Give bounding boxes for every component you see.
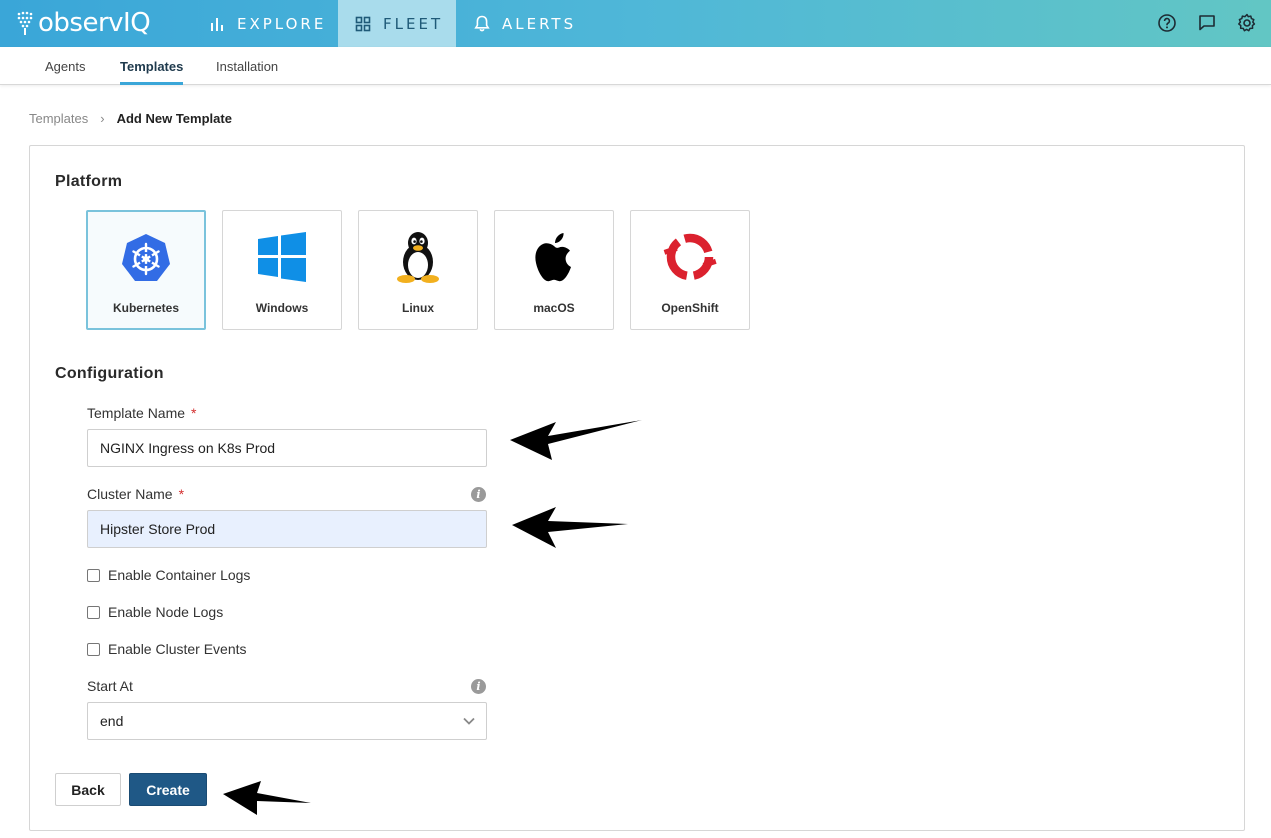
gear-icon[interactable]	[1236, 12, 1258, 34]
openshift-icon	[663, 233, 717, 281]
platform-option-linux[interactable]: Linux	[358, 210, 478, 330]
enable-cluster-events-row[interactable]: Enable Cluster Events	[87, 641, 247, 657]
platform-label-openshift: OpenShift	[661, 301, 719, 315]
back-button[interactable]: Back	[55, 773, 121, 806]
platform-label-kubernetes: Kubernetes	[112, 301, 180, 315]
help-icon[interactable]	[1156, 12, 1178, 34]
platform-option-openshift[interactable]: OpenShift	[630, 210, 750, 330]
enable-node-logs-row[interactable]: Enable Node Logs	[87, 604, 223, 620]
nav-alerts[interactable]: ALERTS	[474, 0, 584, 47]
nav-alerts-label: ALERTS	[502, 14, 577, 33]
nav-fleet[interactable]: FLEET	[338, 0, 456, 47]
tab-installation[interactable]: Installation	[216, 47, 278, 85]
cluster-name-input[interactable]	[87, 510, 487, 548]
platform-option-kubernetes[interactable]: Kubernetes	[86, 210, 206, 330]
enable-container-logs-row[interactable]: Enable Container Logs	[87, 567, 250, 583]
breadcrumb-separator: ›	[100, 111, 105, 126]
apple-icon	[535, 233, 571, 282]
platform-section-title: Platform	[55, 173, 123, 190]
enable-cluster-events-label: Enable Cluster Events	[108, 641, 247, 657]
enable-container-logs-checkbox[interactable]	[87, 568, 100, 582]
tab-templates[interactable]: Templates	[120, 47, 184, 85]
annotation-arrow-icon	[223, 781, 311, 815]
info-icon[interactable]: i	[471, 487, 486, 502]
platform-option-windows[interactable]: Windows	[222, 210, 342, 330]
required-asterisk: *	[178, 486, 185, 502]
breadcrumb-current: Add New Template	[116, 111, 232, 126]
enable-node-logs-label: Enable Node Logs	[108, 604, 224, 620]
top-nav-bar: observIQ EXPLORE FLEET ALERTS	[0, 0, 1271, 47]
logo-text: observIQ	[38, 8, 151, 38]
template-name-input[interactable]	[87, 429, 487, 467]
observiq-logo[interactable]: observIQ	[16, 8, 151, 38]
cluster-name-label-text: Cluster Name	[87, 486, 173, 502]
annotation-arrow-icon	[510, 420, 642, 460]
nav-fleet-label: FLEET	[383, 14, 444, 33]
bell-icon	[474, 15, 490, 32]
chat-icon[interactable]	[1196, 12, 1218, 34]
platform-label-windows: Windows	[255, 301, 309, 315]
bar-chart-icon	[211, 17, 223, 31]
start-at-select[interactable]: end	[87, 702, 487, 740]
start-at-label: Start At	[87, 678, 133, 694]
configuration-section-title: Configuration	[55, 365, 164, 382]
kubernetes-icon	[122, 234, 170, 281]
template-form-card: Platform Kubernetes Windows Linux macOS …	[29, 145, 1245, 831]
windows-icon	[258, 232, 306, 282]
tab-agents[interactable]: Agents	[45, 47, 85, 85]
enable-cluster-events-checkbox[interactable]	[87, 642, 100, 656]
create-button[interactable]: Create	[129, 773, 207, 806]
linux-tux-icon	[397, 232, 439, 283]
grid-icon	[355, 16, 371, 31]
template-name-label-text: Template Name	[87, 405, 186, 421]
required-asterisk: *	[191, 405, 197, 421]
start-at-selected-value: end	[100, 713, 124, 729]
chevron-down-icon	[463, 717, 475, 725]
logo-dots-icon	[17, 11, 33, 35]
platform-option-macos[interactable]: macOS	[494, 210, 614, 330]
template-name-label: Template Name *	[87, 405, 197, 421]
nav-explore-label: EXPLORE	[237, 14, 327, 33]
platform-label-linux: Linux	[402, 301, 434, 315]
platform-label-macos: macOS	[533, 301, 575, 315]
sub-nav: Agents Templates Installation	[0, 47, 1271, 85]
annotation-arrow-icon	[512, 507, 628, 548]
enable-node-logs-checkbox[interactable]	[87, 605, 100, 619]
cluster-name-label: Cluster Name *	[87, 486, 184, 502]
info-icon[interactable]: i	[471, 679, 486, 694]
breadcrumb-templates-link[interactable]: Templates	[29, 111, 88, 126]
nav-explore[interactable]: EXPLORE	[209, 0, 337, 47]
enable-container-logs-label: Enable Container Logs	[108, 567, 251, 583]
breadcrumb: Templates › Add New Template	[29, 111, 232, 126]
